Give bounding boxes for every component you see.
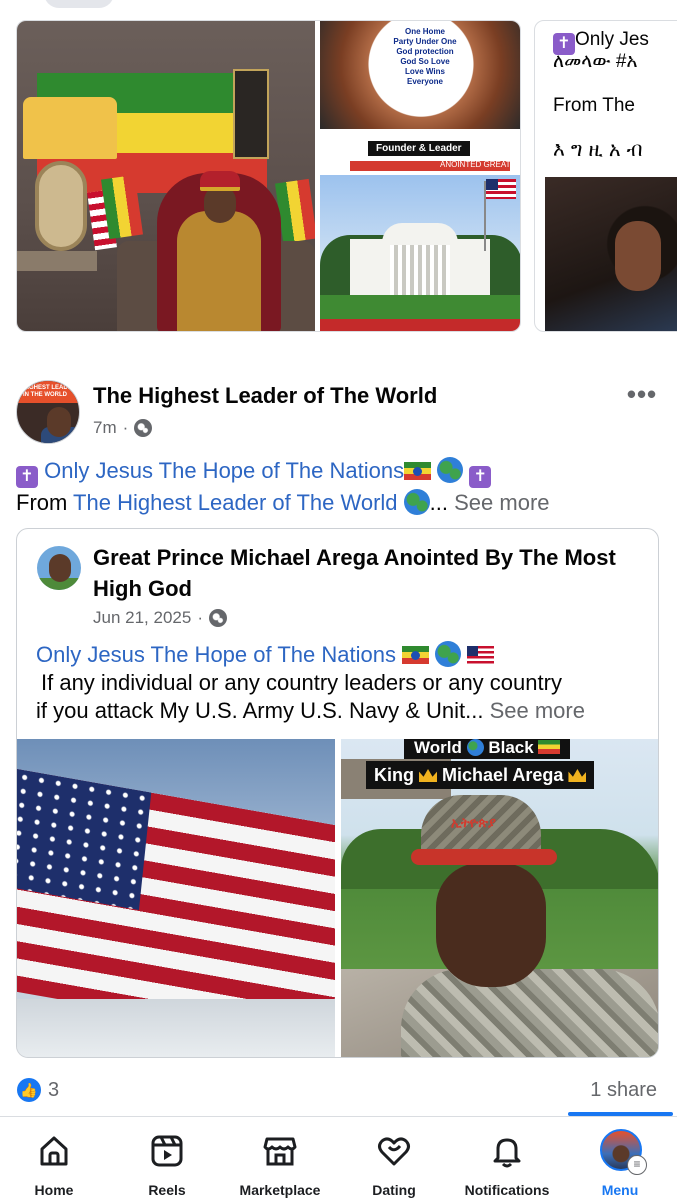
card2-face bbox=[615, 221, 661, 291]
post-author-name[interactable]: The Highest Leader of The World bbox=[93, 383, 437, 409]
globe-icon bbox=[466, 739, 484, 756]
shared-text-line3: if you attack My U.S. Army U.S. Navy & U… bbox=[36, 697, 656, 725]
tab-label: Home bbox=[34, 1182, 74, 1198]
tab-label: Reels bbox=[148, 1182, 186, 1198]
more-options-icon[interactable]: ••• bbox=[622, 381, 662, 409]
shared-hashtag-link[interactable]: Only Jesus The Hope of The Nations bbox=[36, 642, 396, 667]
top-pill bbox=[44, 0, 114, 8]
globe-icon bbox=[134, 419, 153, 437]
lamp-base bbox=[35, 161, 87, 251]
us-flag bbox=[486, 179, 516, 199]
post-hashtag-link[interactable]: Only Jesus The Hope of The Nations bbox=[44, 458, 404, 483]
like-count[interactable]: 3 bbox=[48, 1079, 59, 1102]
shared-text-line3-body: if you attack My U.S. Army U.S. Navy & U… bbox=[36, 698, 484, 723]
photo-caption-line1: World Black bbox=[404, 739, 571, 759]
face bbox=[436, 863, 546, 987]
photo-carousel[interactable]: One Home Party Under One God protection … bbox=[0, 20, 677, 332]
cross-icon: ✝ bbox=[16, 466, 38, 488]
ellipsis: ... bbox=[429, 490, 448, 515]
columns bbox=[390, 245, 450, 295]
share-count[interactable]: 1 share bbox=[590, 1079, 657, 1102]
tab-menu[interactable]: ≡ Menu bbox=[565, 1127, 675, 1199]
ethiopian-flag-icon bbox=[402, 646, 430, 664]
lamp-shade bbox=[23, 97, 117, 159]
post-text-line2: From The Highest Leader of The World ...… bbox=[16, 488, 666, 517]
post-text-line1: ✝ Only Jesus The Hope of The Nations ✝ bbox=[16, 456, 666, 488]
like-reaction-icon[interactable]: 👍 bbox=[17, 1078, 41, 1102]
globe-icon bbox=[435, 641, 462, 667]
bottom-tab-bar: Home Reels Marketplace Dating Notificati… bbox=[0, 1117, 677, 1199]
photo-throne-room[interactable] bbox=[17, 21, 315, 331]
card2-line4: እግዚአብ bbox=[553, 139, 649, 161]
robe-trim bbox=[177, 211, 261, 331]
author-avatar[interactable]: HIGHEST LEADER IN THE WORLD bbox=[16, 380, 80, 444]
anointed-label: ANOINTED GREAT bbox=[440, 160, 511, 169]
menu-lines-icon: ≡ bbox=[627, 1155, 647, 1175]
avatar-text: HIGHEST LEADER IN THE WORLD bbox=[23, 385, 77, 398]
banner bbox=[233, 69, 269, 159]
founder-label: Founder & Leader bbox=[368, 141, 470, 156]
dating-icon bbox=[378, 1137, 410, 1166]
post-meta: 7m · bbox=[93, 418, 153, 438]
tab-notifications[interactable]: Notifications bbox=[452, 1127, 562, 1199]
us-flag-icon bbox=[467, 646, 495, 664]
shared-post-meta: Jun 21, 2025 · bbox=[93, 608, 227, 628]
marketplace-icon bbox=[263, 1137, 297, 1166]
tab-dating[interactable]: Dating bbox=[339, 1127, 449, 1199]
post-text-prefix: From bbox=[16, 490, 74, 515]
photo-poster[interactable]: One Home Party Under One God protection … bbox=[320, 21, 520, 171]
globe-icon bbox=[403, 489, 430, 515]
lawn bbox=[320, 295, 520, 321]
tab-label: Menu bbox=[601, 1182, 639, 1198]
see-more-link[interactable]: See more bbox=[454, 490, 549, 515]
tab-reels[interactable]: Reels bbox=[112, 1127, 222, 1199]
meta-dot: · bbox=[197, 608, 203, 627]
bell-icon bbox=[493, 1138, 521, 1168]
crown-icon bbox=[419, 769, 438, 782]
card2-line3: From The bbox=[553, 95, 636, 116]
card2-line2: ለመላው #አ bbox=[553, 51, 638, 72]
side-table bbox=[17, 251, 97, 271]
photo-white-house[interactable] bbox=[320, 175, 520, 331]
avatar-face bbox=[49, 554, 71, 582]
post-text: ✝ Only Jesus The Hope of The Nations ✝ F… bbox=[16, 456, 666, 517]
avatar-face bbox=[47, 407, 71, 437]
cross-icon: ✝ bbox=[469, 466, 492, 488]
crown bbox=[200, 171, 240, 191]
photo-man-in-cap[interactable]: ኢትዮጵያ World Black King Michael Arega bbox=[341, 739, 658, 1057]
tab-label: Dating bbox=[372, 1182, 416, 1198]
flower-beds bbox=[320, 319, 520, 331]
cap-text: ኢትዮጵያ bbox=[451, 815, 496, 830]
globe-icon bbox=[208, 609, 227, 627]
tab-marketplace[interactable]: Marketplace bbox=[225, 1127, 335, 1199]
tab-home[interactable]: Home bbox=[0, 1127, 109, 1199]
shared-post-card[interactable]: Great Prince Michael Arega Anointed By T… bbox=[16, 528, 659, 1058]
tab-label: Marketplace bbox=[239, 1182, 321, 1198]
poster-text: One Home Party Under One God protection … bbox=[393, 27, 457, 86]
meta-dot: · bbox=[122, 418, 129, 437]
globe-icon bbox=[437, 457, 464, 483]
post-time[interactable]: 7m bbox=[93, 418, 117, 438]
clouds bbox=[17, 999, 335, 1057]
post-mention-link[interactable]: The Highest Leader of The World bbox=[73, 490, 397, 515]
photo-caption-line2: King Michael Arega bbox=[366, 761, 595, 789]
ethiopian-flag-icon bbox=[404, 462, 432, 480]
shared-text-line1: Only Jesus The Hope of The Nations bbox=[36, 641, 656, 669]
shared-post-date[interactable]: Jun 21, 2025 bbox=[93, 608, 191, 628]
shared-post-text: Only Jesus The Hope of The Nations If an… bbox=[36, 641, 656, 725]
carousel-card-photos[interactable]: One Home Party Under One God protection … bbox=[16, 20, 521, 332]
cap-brim bbox=[411, 849, 557, 865]
shared-author-avatar[interactable] bbox=[37, 546, 81, 590]
reels-icon bbox=[151, 1135, 183, 1167]
carousel-card-text-post[interactable]: ✝ Only Jes ለመላው #አ From The እግዚአብ bbox=[534, 20, 677, 332]
tab-label: Notifications bbox=[464, 1182, 550, 1198]
see-more-link[interactable]: See more bbox=[490, 698, 585, 723]
home-icon bbox=[40, 1136, 68, 1166]
shared-author-name[interactable]: Great Prince Michael Arega Anointed By T… bbox=[93, 542, 633, 604]
photo-us-flag[interactable] bbox=[17, 739, 335, 1057]
crown-icon bbox=[568, 769, 587, 782]
ethiopian-flag-icon bbox=[538, 740, 561, 754]
camouflage-uniform bbox=[401, 969, 658, 1057]
shared-text-line2: If any individual or any country leaders… bbox=[41, 670, 562, 695]
